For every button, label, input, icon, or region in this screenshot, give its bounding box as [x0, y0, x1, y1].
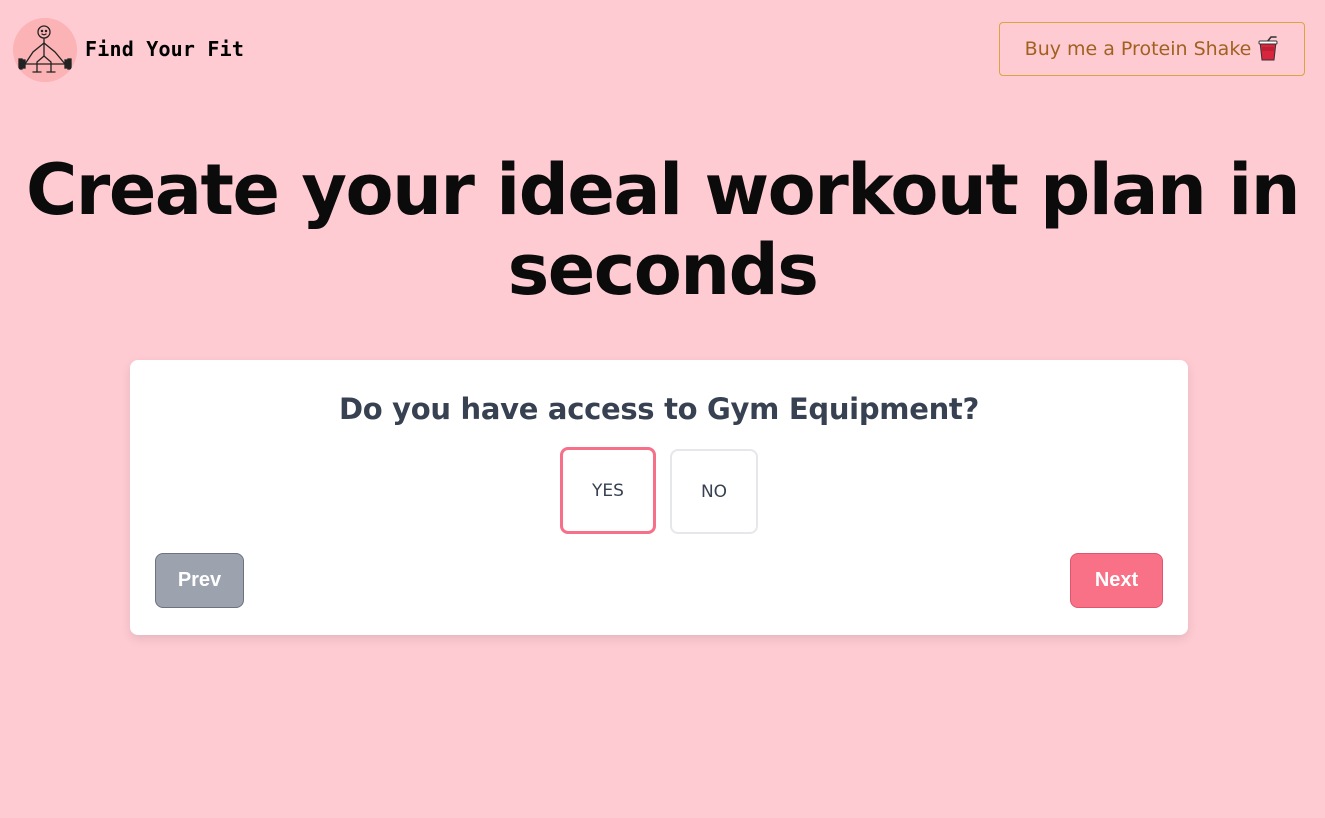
hero-title-line1: Create your ideal workout plan in	[25, 149, 1301, 231]
next-button-label: Next	[1094, 569, 1139, 591]
weightlifter-logo-icon	[13, 18, 77, 82]
cup-with-straw-icon	[1258, 36, 1278, 61]
prev-button[interactable]: Prev	[155, 553, 244, 608]
page: Find Your Fit Buy me a Protein Shake Cre…	[0, 0, 1325, 818]
answer-options: YES NO	[130, 447, 1188, 534]
brand-name: Find Your Fit	[85, 37, 245, 61]
next-button[interactable]: Next	[1070, 553, 1163, 608]
hero-title-line2: seconds	[507, 229, 819, 311]
buy-protein-shake-label: Buy me a Protein Shake	[1024, 38, 1252, 60]
hero-title: Create your ideal workout plan in second…	[0, 150, 1325, 310]
buy-protein-shake-button[interactable]: Buy me a Protein Shake	[999, 22, 1305, 76]
question-card: Do you have access to Gym Equipment? YES…	[130, 360, 1188, 635]
prev-button-label: Prev	[177, 569, 222, 591]
option-yes-label: YES	[592, 480, 624, 501]
question-text: Do you have access to Gym Equipment?	[338, 392, 979, 426]
option-no-label: NO	[700, 481, 728, 502]
option-yes[interactable]: YES	[560, 447, 656, 534]
brand[interactable]: Find Your Fit	[13, 18, 244, 82]
option-no[interactable]: NO	[670, 449, 758, 534]
